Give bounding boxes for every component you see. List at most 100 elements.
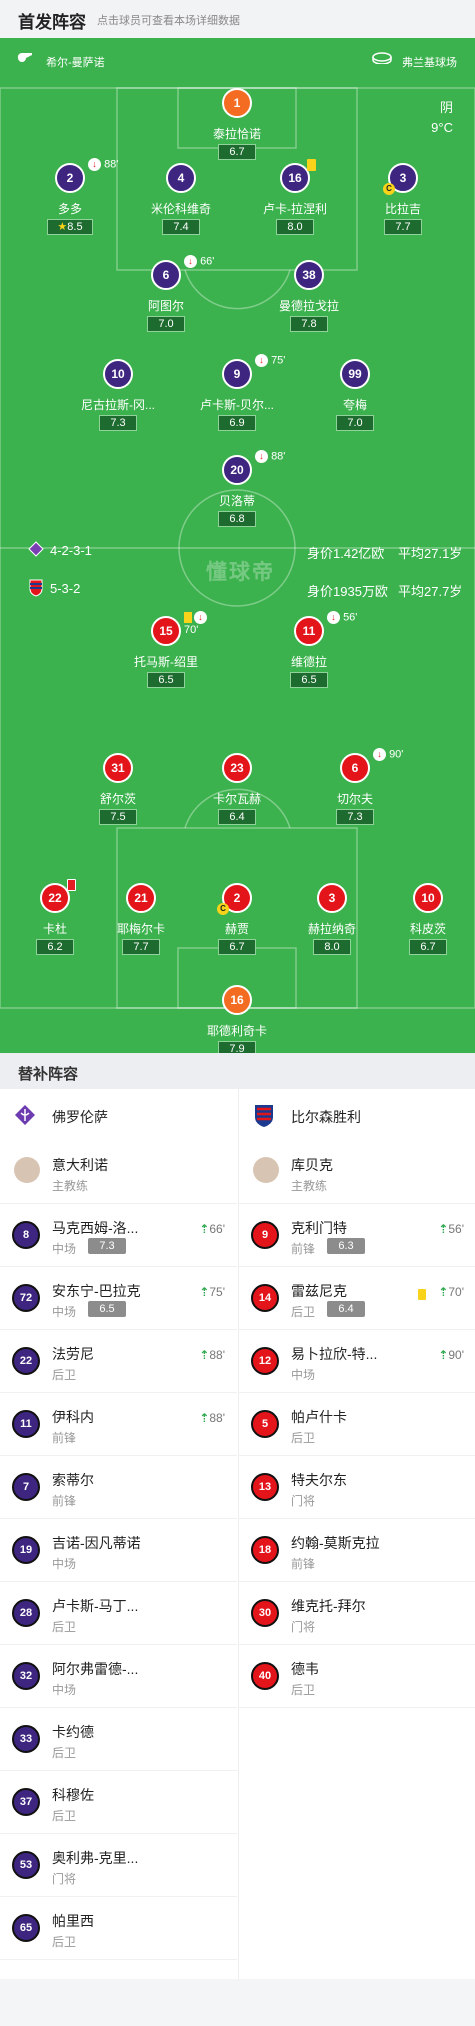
player-card[interactable]: 15 ↓ 70' 托马斯-绍里 6.5 xyxy=(111,611,221,696)
coach-name: 库贝克 xyxy=(291,1157,333,1173)
sub-player-row[interactable]: 30 维克托-拜尔 门将 xyxy=(239,1582,475,1645)
sub-name: 雷兹尼克 xyxy=(291,1283,347,1299)
player-card[interactable]: 21 耶梅尔卡 7.7 xyxy=(86,883,196,963)
player-card[interactable]: 38 曼德拉戈拉 7.8 xyxy=(254,260,364,340)
player-number: 16 xyxy=(222,985,252,1015)
sub-name: 马克西姆-洛... xyxy=(52,1220,139,1236)
player-number: 9 xyxy=(222,359,252,389)
sub-number: 37 xyxy=(12,1788,40,1816)
home-coach-row[interactable]: 意大利诺 主教练 xyxy=(0,1141,237,1204)
sub-out-minute: 70' xyxy=(184,624,199,636)
player-card[interactable]: 2 ↓ 88' 多多 ★8.5 xyxy=(15,158,125,243)
player-name: 多多 xyxy=(57,202,82,216)
sub-name: 索蒂尔 xyxy=(52,1472,94,1488)
player-card[interactable]: 9 ↓ 75' 卢卡斯-贝尔... 6.9 xyxy=(182,354,292,439)
away-subs-team[interactable]: 比尔森胜利 xyxy=(239,1089,475,1141)
player-card[interactable]: 3 赫拉纳奇 8.0 xyxy=(277,883,387,963)
sub-player-row[interactable]: 7 索蒂尔 前锋 xyxy=(0,1456,237,1519)
sub-player-row[interactable]: 11 伊科内 前锋 ⇡88' xyxy=(0,1393,237,1456)
away-subs-column: 比尔森胜利 库贝克 主教练 9 克利门特 前锋 6.3 ⇡56' 14 雷兹尼克 后卫 6.4 ⇡… xyxy=(238,1089,475,1979)
coach-role: 主教练 xyxy=(291,1179,328,1193)
sub-in-icon: ⇡ xyxy=(199,1222,210,1236)
home-team-name: 佛罗伦萨 xyxy=(52,1109,108,1125)
player-card[interactable]: 99 夸梅 7.0 xyxy=(300,359,410,439)
home-team-icon xyxy=(28,541,44,562)
sub-position: 后卫 xyxy=(291,1683,316,1697)
player-rating: 6.4 xyxy=(218,809,256,825)
sub-number: 9 xyxy=(251,1221,279,1249)
sub-out-indicator: ↓ 56' xyxy=(327,611,357,624)
player-card[interactable]: 2 C 赫贾 6.7 xyxy=(182,883,292,963)
away-coach-row[interactable]: 库贝克 主教练 xyxy=(239,1141,475,1204)
sub-position: 门将 xyxy=(52,1872,77,1886)
player-rating: 7.5 xyxy=(99,809,137,825)
player-name: 夸梅 xyxy=(342,398,367,412)
sub-player-row[interactable]: 8 马克西姆-洛... 中场 7.3 ⇡66' xyxy=(0,1204,237,1267)
sub-out-minute: 66' xyxy=(200,255,215,268)
sub-player-row[interactable]: 18 约翰-莫斯克拉 前锋 xyxy=(239,1519,475,1582)
player-number: 20 xyxy=(222,455,252,485)
sub-in-indicator: ⇡56' xyxy=(438,1222,464,1236)
player-card[interactable]: 10 尼古拉斯-冈... 7.3 xyxy=(63,359,173,439)
yellow-card-icon xyxy=(184,612,192,623)
player-card[interactable]: 31 舒尔茨 7.5 xyxy=(63,753,173,833)
player-card[interactable]: 23 卡尔瓦赫 6.4 xyxy=(182,753,292,833)
watermark: 懂球帝 xyxy=(206,561,275,584)
player-name: 科皮茨 xyxy=(409,922,446,936)
sub-position: 中场 xyxy=(52,1242,77,1256)
player-number: 10 xyxy=(413,883,443,913)
home-subs-team[interactable]: 佛罗伦萨 xyxy=(0,1089,237,1141)
sub-player-row[interactable]: 40 德韦 后卫 xyxy=(239,1645,475,1708)
sub-out-indicator: ↓ 88' xyxy=(88,158,118,171)
sub-player-row[interactable]: 5 帕卢什卡 后卫 xyxy=(239,1393,475,1456)
sub-player-row[interactable]: 14 雷兹尼克 后卫 6.4 ⇡70' xyxy=(239,1267,475,1330)
player-rating: ★8.5 xyxy=(47,219,93,235)
sub-player-row[interactable]: 65 帕里西 后卫 xyxy=(0,1897,237,1960)
sub-number: 18 xyxy=(251,1536,279,1564)
coach-avatar xyxy=(14,1157,40,1183)
player-card[interactable]: 16 卢卡-拉涅利 8.0 xyxy=(240,159,350,243)
sub-out-icon: ↓ xyxy=(184,255,197,268)
sub-player-row[interactable]: 28 卢卡斯-马丁... 后卫 xyxy=(0,1582,237,1645)
sub-player-row[interactable]: 32 阿尔弗雷德-... 中场 xyxy=(0,1645,237,1708)
player-card[interactable]: 6 ↓ 90' 切尔夫 7.3 xyxy=(300,748,410,833)
sub-name: 阿尔弗雷德-... xyxy=(52,1661,139,1677)
sub-out-indicator: ↓ 70' xyxy=(184,611,221,636)
sub-name: 特夫尔东 xyxy=(291,1472,347,1488)
sub-position: 中场 xyxy=(52,1305,77,1319)
sub-name: 约翰-莫斯克拉 xyxy=(291,1535,380,1551)
sub-player-row[interactable]: 37 科穆佐 后卫 xyxy=(0,1771,237,1834)
player-card[interactable]: 6 ↓ 66' 阿图尔 7.0 xyxy=(111,255,221,340)
sub-position: 门将 xyxy=(291,1620,316,1634)
sub-number: 30 xyxy=(251,1599,279,1627)
sub-rating: 6.5 xyxy=(88,1301,126,1317)
sub-in-icon: ⇡ xyxy=(438,1348,449,1362)
away-market-value: 身价1935万欧 xyxy=(307,584,388,599)
sub-player-row[interactable]: 13 特夫尔东 门将 xyxy=(239,1456,475,1519)
sub-name: 卡约德 xyxy=(52,1724,94,1740)
player-card[interactable]: 1 泰拉恰诺 6.7 xyxy=(182,88,292,168)
sub-name: 帕里西 xyxy=(52,1913,94,1929)
sub-player-row[interactable]: 12 易卜拉欣-特... 中场 ⇡90' xyxy=(239,1330,475,1393)
sub-player-row[interactable]: 9 克利门特 前锋 6.3 ⇡56' xyxy=(239,1204,475,1267)
captain-badge-icon: C xyxy=(383,183,395,195)
player-card[interactable]: 3 C 比拉吉 7.7 xyxy=(348,163,458,243)
player-card[interactable]: 20 ↓ 88' 贝洛蒂 6.8 xyxy=(182,450,292,535)
sub-player-row[interactable]: 19 吉诺-因凡蒂诺 中场 xyxy=(0,1519,237,1582)
sub-player-row[interactable]: 33 卡约德 后卫 xyxy=(0,1708,237,1771)
sub-number: 8 xyxy=(12,1221,40,1249)
sub-in-minute: 90' xyxy=(448,1348,464,1362)
player-card[interactable]: 10 科皮茨 6.7 xyxy=(373,883,475,963)
player-number: 16 xyxy=(280,163,310,193)
sub-out-icon: ↓ xyxy=(255,450,268,463)
sub-player-row[interactable]: 72 安东宁-巴拉克 中场 6.5 ⇡75' xyxy=(0,1267,237,1330)
sub-position: 前锋 xyxy=(52,1431,77,1445)
player-number: 10 xyxy=(103,359,133,389)
player-card[interactable]: 4 米伦科维奇 7.4 xyxy=(126,163,236,243)
sub-in-minute: 70' xyxy=(448,1285,464,1299)
player-card[interactable]: 11 ↓ 56' 维德拉 6.5 xyxy=(254,611,364,696)
player-card[interactable]: 16 耶德利奇卡 7.9 xyxy=(182,985,292,1053)
sub-player-row[interactable]: 22 法劳尼 后卫 ⇡88' xyxy=(0,1330,237,1393)
player-name: 尼古拉斯-冈... xyxy=(81,398,155,412)
sub-player-row[interactable]: 53 奥利弗-克里... 门将 xyxy=(0,1834,237,1897)
